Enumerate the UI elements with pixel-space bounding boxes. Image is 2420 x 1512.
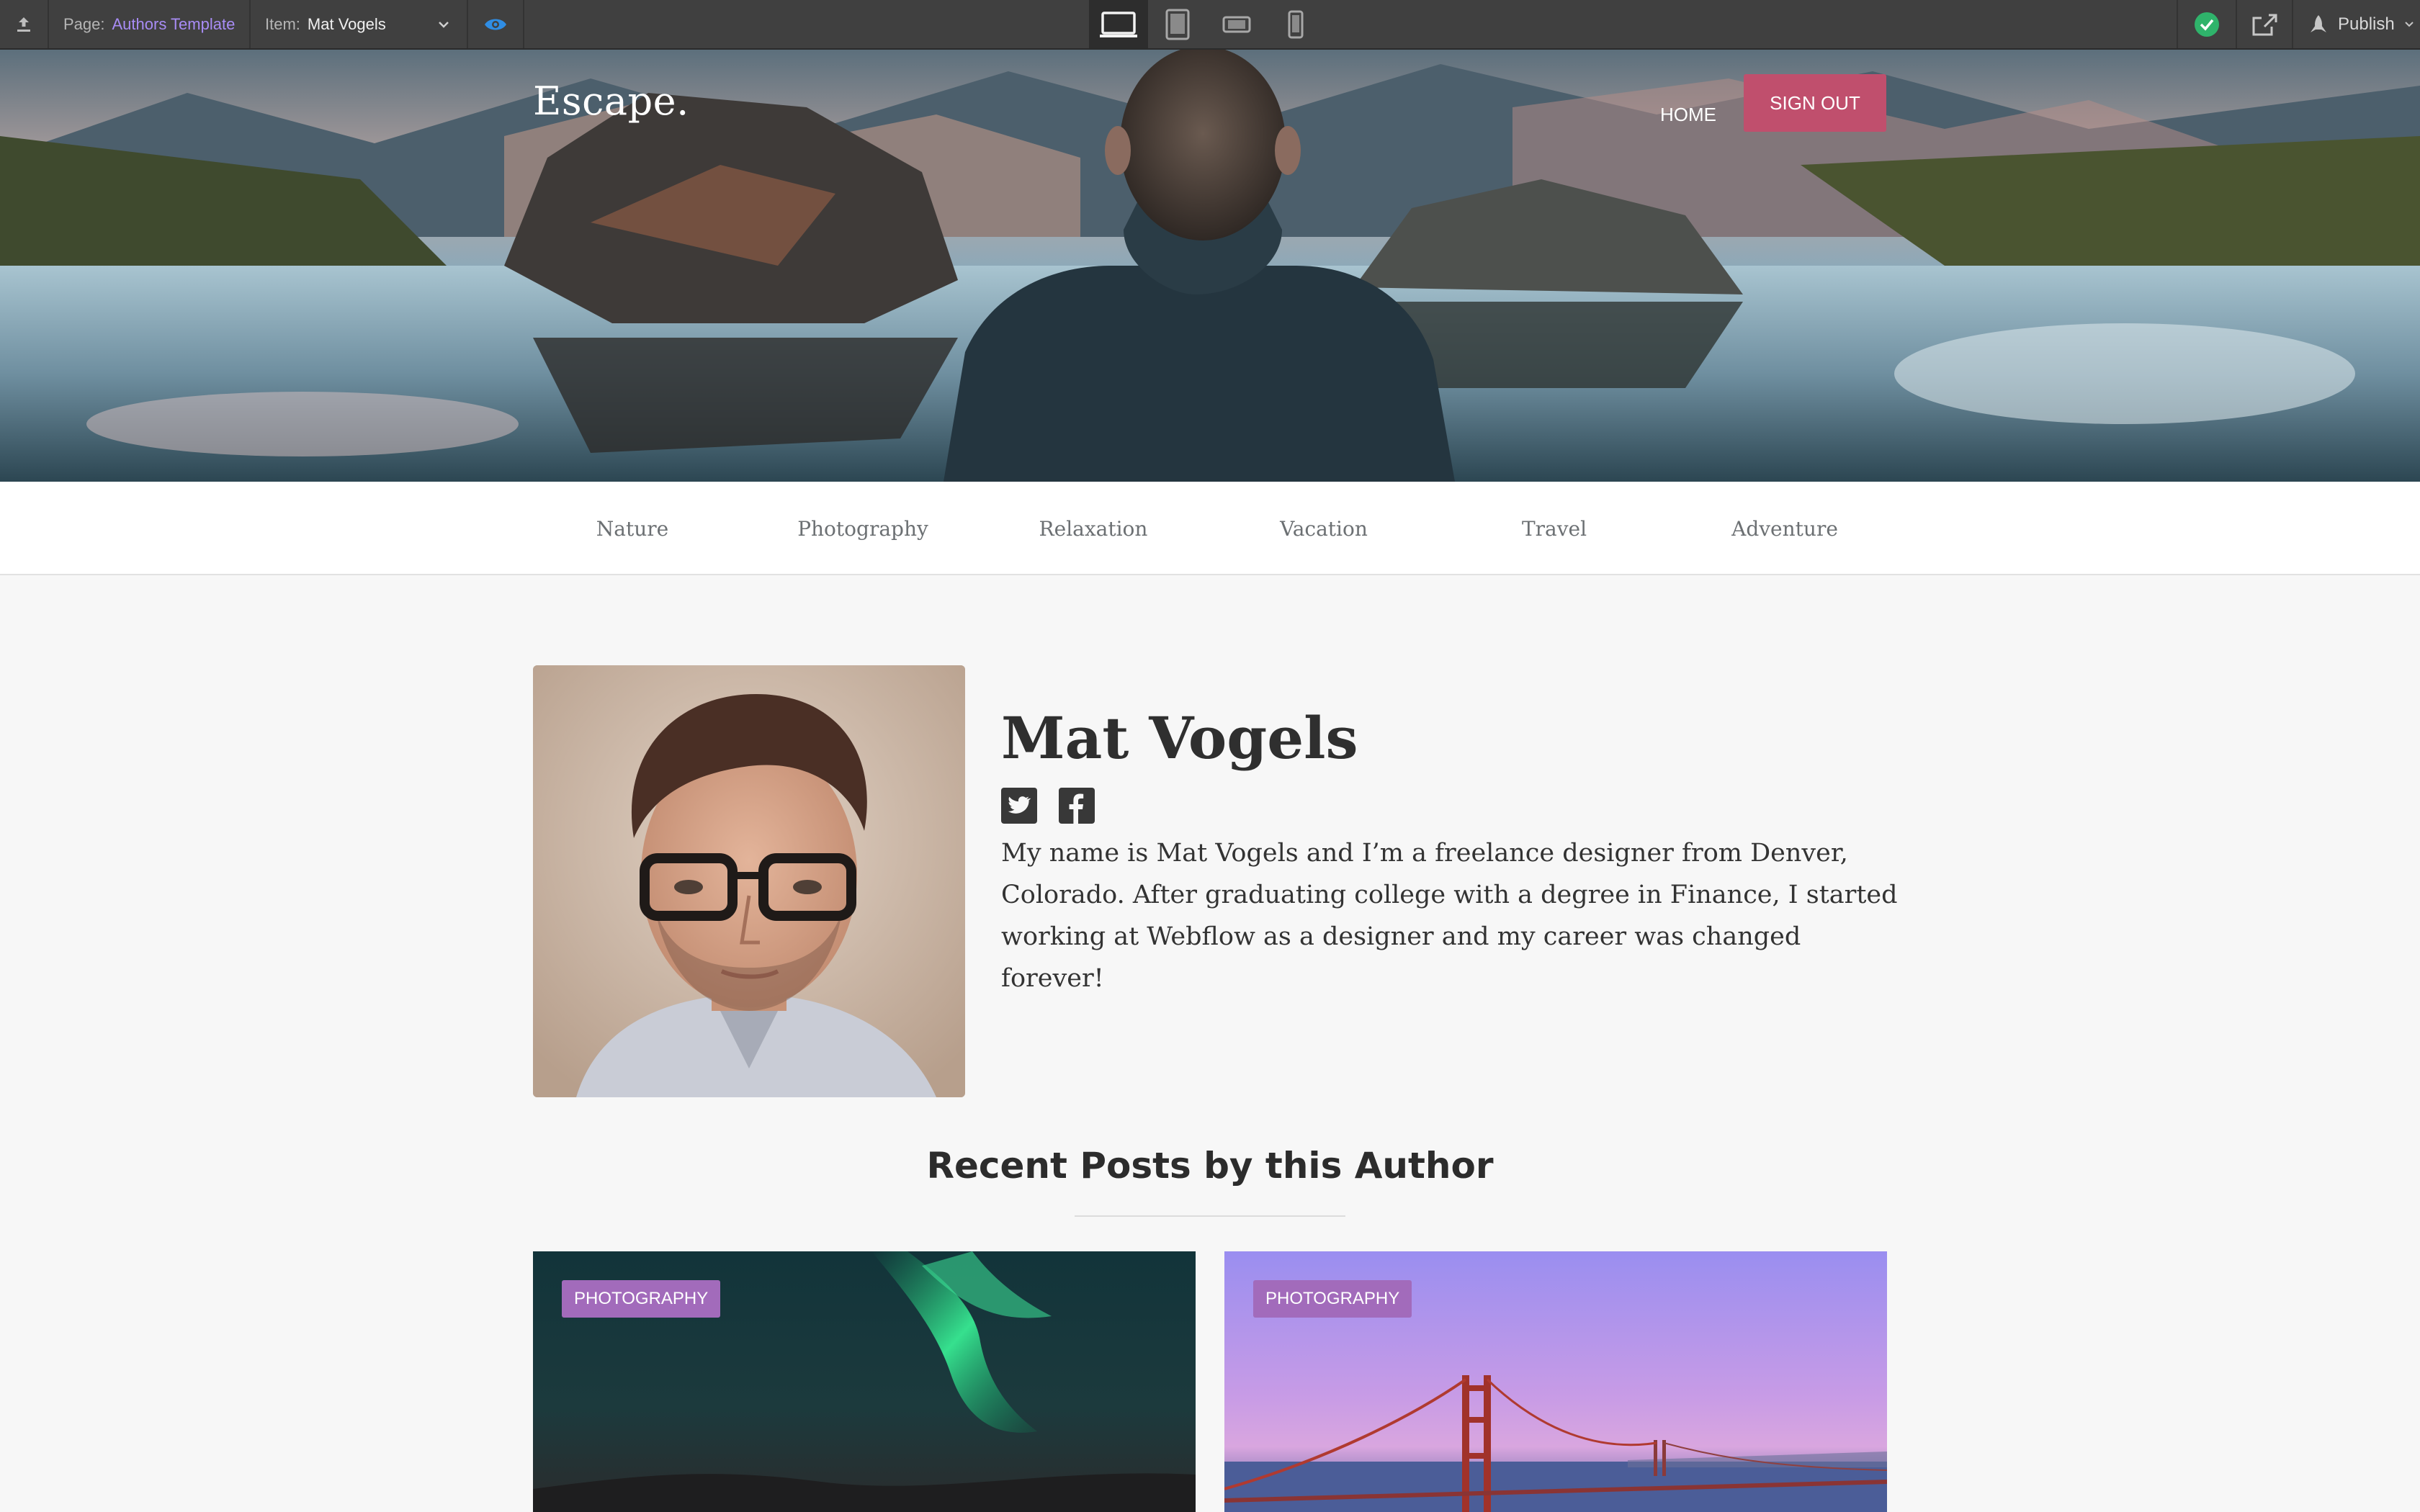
- hero-landscape-image: [0, 50, 2420, 482]
- post-category-tag[interactable]: PHOTOGRAPHY: [1253, 1280, 1412, 1318]
- category-nature[interactable]: Nature: [517, 482, 748, 575]
- sign-out-button[interactable]: SIGN OUT: [1744, 74, 1886, 132]
- tablet-view-button[interactable]: [1148, 0, 1207, 48]
- twitter-icon: [1001, 788, 1037, 824]
- facebook-link[interactable]: [1059, 788, 1095, 824]
- desktop-view-button[interactable]: [1089, 0, 1148, 48]
- export-button[interactable]: [0, 0, 49, 48]
- preview-button[interactable]: [468, 0, 524, 48]
- item-label: Item:: [265, 14, 300, 33]
- device-switcher: [1089, 0, 1325, 48]
- site-logo[interactable]: Escape.: [533, 78, 689, 124]
- author-name: Mat Vogels: [1001, 704, 1358, 772]
- category-travel[interactable]: Travel: [1439, 482, 1670, 575]
- facebook-icon: [1059, 788, 1095, 824]
- category-relaxation[interactable]: Relaxation: [978, 482, 1209, 575]
- desktop-icon: [1100, 11, 1137, 37]
- phone-landscape-icon: [1222, 16, 1251, 32]
- mobile-landscape-button[interactable]: [1207, 0, 1266, 48]
- hero-banner: Escape. HOME SIGN OUT: [0, 50, 2420, 482]
- publish-button[interactable]: Publish: [2292, 0, 2420, 48]
- heading-divider: [1075, 1215, 1345, 1217]
- phone-portrait-icon: [1288, 10, 1304, 38]
- share-button[interactable]: [2236, 0, 2292, 48]
- eye-icon: [485, 19, 506, 30]
- chevron-down-icon: [2405, 21, 2414, 27]
- chevron-down-icon: [439, 22, 449, 28]
- page-value[interactable]: Authors Template: [112, 15, 236, 34]
- post-category-tag[interactable]: PHOTOGRAPHY: [562, 1280, 721, 1318]
- saved-status[interactable]: [2177, 0, 2236, 48]
- author-photo: [533, 665, 965, 1097]
- post-card[interactable]: PHOTOGRAPHY: [1224, 1251, 1887, 1512]
- editor-toolbar: Page: Authors Template Item: Mat Vogels: [0, 0, 2420, 50]
- item-selector[interactable]: Item: Mat Vogels: [251, 0, 468, 48]
- share-icon: [2252, 14, 2277, 35]
- item-value: Mat Vogels: [307, 14, 386, 33]
- author-bio: My name is Mat Vogels and I’m a freelanc…: [1001, 839, 1898, 993]
- author-avatar: [533, 665, 965, 1097]
- check-circle-icon: [2195, 12, 2219, 37]
- mobile-portrait-button[interactable]: [1266, 0, 1325, 48]
- recent-posts-heading: Recent Posts by this Author: [926, 1145, 1494, 1187]
- nav-home-link[interactable]: HOME: [1646, 91, 1730, 138]
- toolbar-right: Publish: [2177, 0, 2420, 48]
- rocket-icon: [2311, 14, 2326, 32]
- category-photography[interactable]: Photography: [748, 482, 978, 575]
- page-selector[interactable]: Page: Authors Template: [49, 0, 251, 48]
- tablet-icon: [1165, 9, 1190, 40]
- category-vacation[interactable]: Vacation: [1209, 482, 1439, 575]
- page-label: Page:: [63, 14, 105, 33]
- publish-label: Publish: [2338, 14, 2395, 34]
- twitter-link[interactable]: [1001, 788, 1037, 824]
- category-nav: Nature Photography Relaxation Vacation T…: [0, 482, 2420, 575]
- category-adventure[interactable]: Adventure: [1670, 482, 1900, 575]
- post-card[interactable]: PHOTOGRAPHY: [533, 1251, 1196, 1512]
- upload-icon: [17, 17, 30, 32]
